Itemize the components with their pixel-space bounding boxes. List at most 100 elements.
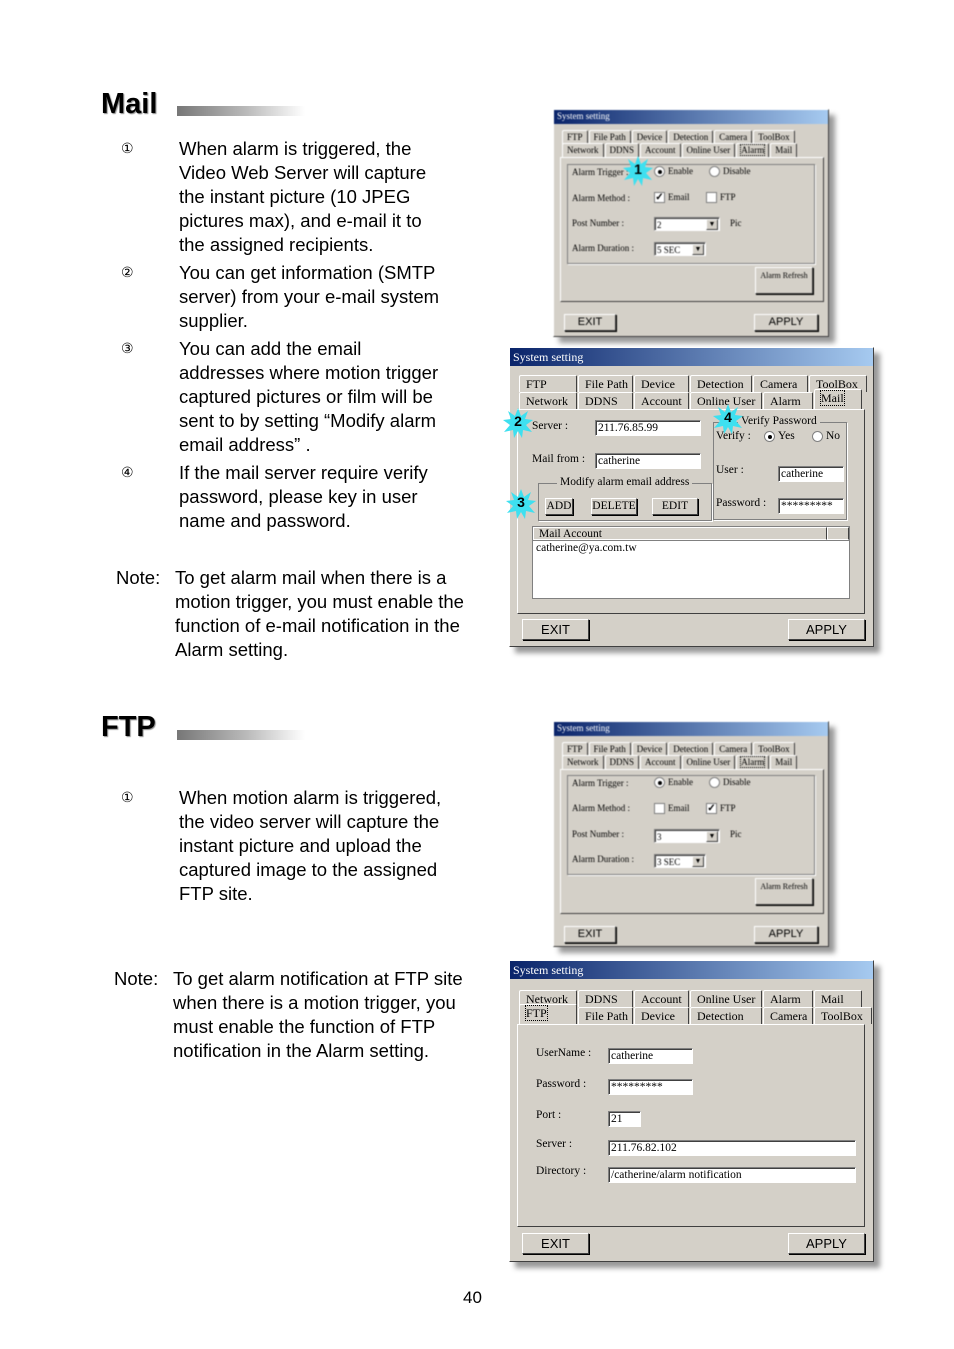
- callout-badge-3: 3: [506, 489, 536, 519]
- server-input[interactable]: 211.76.82.102: [608, 1140, 856, 1156]
- tab-ddns[interactable]: DDNS: [604, 755, 640, 769]
- tab-network[interactable]: Network: [562, 755, 604, 769]
- server-input[interactable]: 211.76.85.99: [595, 420, 701, 436]
- tab-network[interactable]: Network: [519, 392, 577, 409]
- tab-file-path[interactable]: File Path: [588, 130, 631, 144]
- title-bar: System setting: [554, 722, 828, 736]
- tab-detection[interactable]: Detection: [690, 1007, 762, 1024]
- tab-network[interactable]: Network: [562, 143, 604, 157]
- apply-button[interactable]: APPLY: [754, 314, 818, 331]
- chevron-down-icon[interactable]: ▼: [692, 856, 704, 867]
- tab-ddns[interactable]: DDNS: [578, 990, 633, 1007]
- edit-button[interactable]: EDIT: [652, 498, 698, 515]
- apply-button[interactable]: APPLY: [754, 926, 818, 943]
- tab-ftp[interactable]: FTP: [519, 1004, 577, 1024]
- tab-toolbox[interactable]: ToolBox: [753, 742, 795, 756]
- tab-camera[interactable]: Camera: [714, 130, 753, 144]
- item-number: ②: [121, 264, 134, 280]
- tab-account[interactable]: Account: [640, 755, 681, 769]
- tab-account[interactable]: Account: [640, 143, 681, 157]
- list-item[interactable]: catherine@ya.com.tw: [533, 541, 849, 555]
- password-input[interactable]: *********: [778, 498, 844, 514]
- mail-note: To get alarm mail when there is a motion …: [175, 567, 464, 660]
- tab-mail[interactable]: Mail: [814, 990, 862, 1007]
- list-header-mail-account[interactable]: Mail Account: [533, 527, 827, 540]
- callout-badge-1: 1: [623, 156, 653, 186]
- tab-toolbox[interactable]: ToolBox: [753, 130, 795, 144]
- tab-device[interactable]: Device: [634, 1007, 689, 1024]
- post-number-dropdown[interactable]: 3 ▼: [654, 829, 720, 843]
- tab-alarm[interactable]: Alarm: [763, 392, 813, 409]
- directory-input[interactable]: /catherine/alarm notification: [608, 1167, 856, 1183]
- password-input[interactable]: *********: [608, 1079, 693, 1095]
- verify-yes-radio[interactable]: Yes: [764, 430, 795, 442]
- ftp-checkbox[interactable]: FTP: [706, 192, 736, 204]
- title-bar: System setting: [510, 961, 873, 979]
- tab-device[interactable]: Device: [634, 375, 689, 392]
- tab-detection[interactable]: Detection: [668, 742, 714, 756]
- port-input[interactable]: 21: [608, 1111, 641, 1127]
- post-number-dropdown[interactable]: 2 ▼: [654, 217, 720, 231]
- email-checkbox[interactable]: Email: [654, 803, 690, 815]
- tab-toolbox[interactable]: ToolBox: [814, 1007, 872, 1024]
- tab-file-path[interactable]: File Path: [578, 375, 633, 392]
- tab-device[interactable]: Device: [631, 130, 668, 144]
- tab-detection[interactable]: Detection: [690, 375, 752, 392]
- tab-file-path[interactable]: File Path: [588, 742, 631, 756]
- tab-camera[interactable]: Camera: [714, 742, 753, 756]
- delete-button[interactable]: DELETE: [591, 498, 637, 515]
- disable-radio[interactable]: Disable: [709, 166, 751, 178]
- alarm-refresh-button[interactable]: Alarm Refresh: [755, 878, 813, 905]
- email-checkbox[interactable]: ✓ Email: [654, 192, 690, 204]
- enable-radio[interactable]: Enable: [654, 777, 693, 789]
- alarm-refresh-button[interactable]: Alarm Refresh: [755, 267, 813, 294]
- chevron-down-icon[interactable]: ▼: [706, 831, 718, 842]
- tab-ddns[interactable]: DDNS: [604, 143, 640, 157]
- tab-alarm[interactable]: Alarm: [736, 755, 770, 769]
- exit-button[interactable]: EXIT: [522, 1233, 589, 1254]
- tab-account[interactable]: Account: [634, 990, 689, 1007]
- tab-device[interactable]: Device: [631, 742, 668, 756]
- tab-mail[interactable]: Mail: [770, 755, 798, 769]
- title-bar: System setting: [510, 348, 873, 366]
- tab-ftp[interactable]: FTP: [562, 130, 588, 144]
- mail-from-input[interactable]: catherine: [595, 453, 701, 469]
- alarm-duration-dropdown[interactable]: 5 SEC ▼: [654, 242, 706, 256]
- tab-camera[interactable]: Camera: [763, 1007, 813, 1024]
- exit-button[interactable]: EXIT: [522, 619, 589, 640]
- enable-radio[interactable]: Enable: [654, 166, 693, 178]
- mail-heading: Mail: [101, 88, 158, 120]
- tab-alarm[interactable]: Alarm: [736, 143, 770, 157]
- tab-online-user[interactable]: Online User: [690, 990, 762, 1007]
- apply-button[interactable]: APPLY: [788, 1233, 865, 1254]
- alarm-method-label: Alarm Method :: [572, 803, 630, 813]
- mail-account-list[interactable]: Mail Account catherine@ya.com.tw: [532, 526, 850, 599]
- tab-file-path[interactable]: File Path: [578, 1007, 633, 1024]
- tab-ddns[interactable]: DDNS: [578, 392, 633, 409]
- chevron-down-icon[interactable]: ▼: [706, 219, 718, 230]
- post-number-label: Post Number :: [572, 829, 625, 839]
- tab-mail[interactable]: Mail: [814, 389, 862, 409]
- tab-account[interactable]: Account: [634, 392, 689, 409]
- username-input[interactable]: catherine: [608, 1048, 693, 1064]
- tab-detection[interactable]: Detection: [668, 130, 714, 144]
- ftp-checkbox[interactable]: ✓ FTP: [706, 803, 736, 815]
- tab-alarm[interactable]: Alarm: [763, 990, 813, 1007]
- disable-radio[interactable]: Disable: [709, 777, 751, 789]
- exit-button[interactable]: EXIT: [564, 926, 616, 943]
- chevron-down-icon[interactable]: ▼: [692, 244, 704, 255]
- alarm-trigger-label: Alarm Trigger :: [572, 167, 629, 177]
- tab-ftp[interactable]: FTP: [519, 375, 577, 392]
- apply-button[interactable]: APPLY: [788, 619, 865, 640]
- verify-no-radio[interactable]: No: [812, 430, 840, 442]
- tab-online-user[interactable]: Online User: [681, 755, 736, 769]
- user-input[interactable]: catherine: [778, 466, 844, 482]
- tab-mail[interactable]: Mail: [770, 143, 798, 157]
- alarm-duration-dropdown[interactable]: 3 SEC ▼: [654, 854, 706, 868]
- tab-online-user[interactable]: Online User: [681, 143, 736, 157]
- add-button[interactable]: ADD: [545, 498, 573, 515]
- tab-ftp[interactable]: FTP: [562, 742, 588, 756]
- tab-camera[interactable]: Camera: [753, 375, 808, 392]
- page-number: 40: [463, 1288, 482, 1307]
- exit-button[interactable]: EXIT: [564, 314, 616, 331]
